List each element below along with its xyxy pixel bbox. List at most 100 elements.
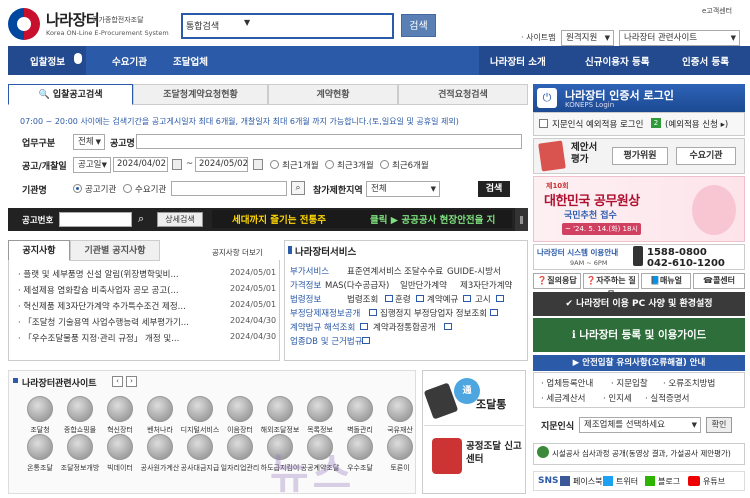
demand-agency-button[interactable]: 수요기관: [676, 147, 736, 165]
detail-search-button[interactable]: 상세검색: [157, 212, 203, 227]
pc-env-button[interactable]: ✔ 나라장터 이용 PC 사양 및 환경설정: [533, 292, 745, 316]
quick-link[interactable]: · 세금계산서: [541, 392, 586, 404]
tab-notices[interactable]: 공지사항: [8, 240, 70, 261]
fingerprint-exception-checkbox[interactable]: [539, 119, 548, 128]
nav-demand-agency[interactable]: 수요기관: [112, 54, 147, 68]
nav-cert-register[interactable]: 인증서 등록: [682, 54, 729, 68]
facebook-icon[interactable]: [560, 476, 570, 486]
related-site-item[interactable]: 토론이: [378, 434, 422, 474]
twitter-icon[interactable]: [603, 476, 613, 486]
service-link[interactable]: GUIDE-시방서: [447, 265, 501, 277]
related-site-item[interactable]: 조달정보개방: [58, 434, 102, 474]
tab-contract-status[interactable]: 계약현황: [268, 84, 398, 105]
koneps-logo-icon[interactable]: [8, 8, 40, 40]
bid-search-button[interactable]: 검색: [478, 181, 510, 197]
nav-bid-info[interactable]: 입찰정보: [30, 54, 65, 68]
faq-button[interactable]: ❓자주하는 질문: [583, 273, 639, 299]
related-site-item[interactable]: 벽돌관리: [338, 396, 382, 436]
agency-notice-radio[interactable]: [73, 184, 82, 193]
search-scope-select[interactable]: 통합검색: [186, 19, 219, 32]
list-item[interactable]: · 혁신제품 제3자단가계약 추가특수조건 제정...: [18, 300, 218, 312]
calendar-icon[interactable]: [253, 159, 263, 170]
related-site-item[interactable]: 공사대금지급: [178, 434, 222, 474]
notices-more-link[interactable]: 공지사항 더보기: [212, 247, 263, 258]
period-3m-radio[interactable]: [325, 160, 334, 169]
service-key[interactable]: 계약법규 해석조회: [290, 321, 355, 333]
related-site-item[interactable]: 일자리업관리: [218, 434, 262, 474]
period-6m-radio[interactable]: [380, 160, 389, 169]
nav-new-user[interactable]: 신규이용자 등록: [585, 54, 650, 68]
related-site-item[interactable]: 목록정보: [298, 396, 342, 436]
related-site-item[interactable]: 국유재산: [378, 396, 422, 436]
service-link[interactable]: 계약과정통합공개: [373, 321, 436, 333]
list-item[interactable]: · 제설제용 염화칼슘 비축사업자 공모 공고(...: [18, 284, 218, 296]
service-link[interactable]: 훈령: [395, 293, 411, 305]
fair-report-banner[interactable]: 공정조달 신고센터: [424, 430, 524, 490]
related-site-item[interactable]: 조달청: [18, 396, 62, 436]
service-key[interactable]: 부정당제재정보공개: [290, 307, 360, 319]
blog-icon[interactable]: [645, 476, 655, 486]
blog-link[interactable]: 블로그: [658, 476, 680, 487]
announcement-ticker[interactable]: 세대까지 즐기는 전통주 클릭 ▶ 공공공사 현장안전을 지: [212, 210, 512, 228]
service-link[interactable]: 제3자단가계약: [460, 279, 512, 291]
related-site-item[interactable]: 해외조달정보: [258, 396, 302, 436]
service-key[interactable]: 가격정보: [290, 279, 321, 291]
remote-support-select[interactable]: 원격지원: [561, 30, 614, 46]
related-site-item[interactable]: 온통조달: [18, 434, 62, 474]
search-icon[interactable]: ⌕: [291, 181, 305, 195]
service-link[interactable]: 계약예규: [427, 293, 458, 305]
related-site-item[interactable]: 디지털서비스몰: [178, 396, 222, 444]
quick-link[interactable]: · 업체등록안내: [541, 377, 593, 389]
related-site-item[interactable]: 종합쇼핑몰: [58, 396, 102, 436]
quick-link[interactable]: · 지문입찰: [611, 377, 648, 389]
service-link[interactable]: MAS(다수공급자): [325, 279, 389, 291]
service-link[interactable]: 고시: [475, 293, 491, 305]
period-1m-radio[interactable]: [270, 160, 279, 169]
region-limit-select[interactable]: 전체: [366, 181, 440, 197]
date-type-select[interactable]: 공고일: [73, 157, 111, 173]
youtube-link[interactable]: 유튜브: [703, 476, 725, 487]
facebook-link[interactable]: 페이스북: [573, 476, 602, 487]
list-item[interactable]: · 「우수조달물품 지정·관리 규정」 개정 및...: [18, 332, 218, 344]
tab-bid-search[interactable]: 🔍 입찰공고검색: [8, 84, 133, 105]
customer-center-link[interactable]: e고객센터: [702, 6, 732, 16]
nav-about[interactable]: 나라장터 소개: [490, 54, 546, 68]
search-button[interactable]: 검색: [401, 14, 436, 37]
nav-supplier[interactable]: 조달업체: [173, 54, 208, 68]
service-link[interactable]: 표준연계서비스: [347, 265, 402, 277]
agency-demand-radio[interactable]: [123, 184, 132, 193]
service-link[interactable]: 집행정지 부정당업자 정보조회: [380, 307, 487, 319]
related-site-item[interactable]: 혁신장터: [98, 396, 142, 436]
twitter-link[interactable]: 트위터: [616, 476, 638, 487]
service-key[interactable]: 업종DB 및 근거법규: [290, 335, 363, 347]
ticker-nav-button[interactable]: ‖: [515, 208, 528, 231]
prev-arrow-icon[interactable]: ‹: [112, 376, 123, 387]
date-from-input[interactable]: 2024/04/02: [113, 157, 168, 172]
notice-name-input[interactable]: [136, 134, 522, 149]
search-icon[interactable]: ⌕: [138, 212, 144, 226]
fingerprint-confirm-button[interactable]: 확인: [706, 417, 732, 433]
sitemap-link[interactable]: · 사이트맵: [521, 32, 556, 43]
tong-banner[interactable]: 通 조달통: [423, 372, 524, 426]
service-key[interactable]: 법령정보: [290, 293, 321, 305]
list-item[interactable]: · 「조달청 기술용역 사업수행능력 세부평가기...: [18, 316, 218, 328]
related-site-item[interactable]: 벤처나라: [138, 396, 182, 436]
next-arrow-icon[interactable]: ›: [126, 376, 137, 387]
bid-number-input[interactable]: [59, 212, 132, 227]
service-link[interactable]: 조달수수료: [404, 265, 443, 277]
agency-name-input[interactable]: [171, 181, 287, 196]
cert-login-button[interactable]: ⏻ 나라장터 인증서 로그인 KONEPS Login: [533, 84, 745, 112]
related-site-item[interactable]: 공사원가계산: [138, 434, 182, 474]
related-site-select[interactable]: 나라장터 관련사이트: [619, 30, 740, 46]
business-type-select[interactable]: 전체: [73, 134, 105, 150]
exception-apply-link[interactable]: (예외적용 신청 ▸): [665, 118, 728, 130]
qna-button[interactable]: ❓질의응답: [533, 273, 581, 289]
callcenter-button[interactable]: ☎콜센터: [693, 273, 745, 289]
service-link[interactable]: 법령조회: [347, 293, 378, 305]
youtube-icon[interactable]: [688, 476, 700, 486]
quick-link[interactable]: · 실적증명서: [645, 392, 690, 404]
safe-bid-button[interactable]: ▶ 안전입찰 유의사항(오류해결) 안내: [533, 355, 745, 371]
eval-member-button[interactable]: 평가위원: [612, 147, 668, 165]
tab-quote-search[interactable]: 견적요청검색: [398, 84, 528, 105]
award-banner[interactable]: 제10회 대한민국 공무원상 국민추천 접수 ~ '24. 5. 14.(화) …: [533, 176, 745, 242]
